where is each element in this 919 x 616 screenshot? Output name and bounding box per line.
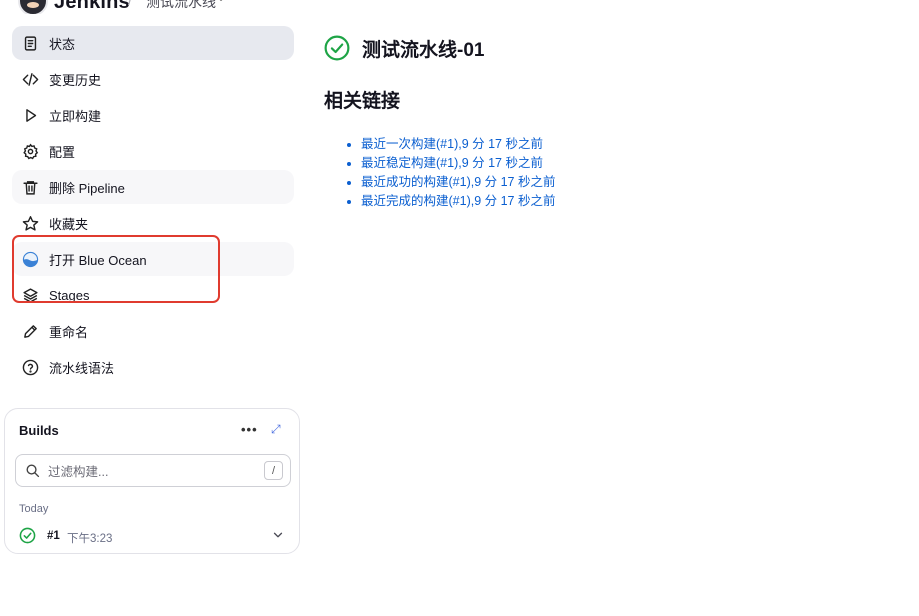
task-label: 删除 Pipeline	[49, 180, 125, 196]
task-open-blue-ocean[interactable]: 打开 Blue Ocean	[12, 242, 294, 276]
last-successful-build-link[interactable]: 最近成功的构建(#1),9 分 17 秒之前	[361, 175, 555, 189]
play-icon	[21, 106, 39, 124]
task-label: 重命名	[49, 324, 89, 340]
stack-icon	[21, 286, 39, 304]
task-stages[interactable]: Stages	[12, 278, 294, 312]
build-time: 下午3:23	[67, 533, 113, 545]
expand-icon[interactable]: ⤢	[271, 422, 281, 437]
side-panel: 状态 变更历史 立即构建 配置 删除 Pipeline 收藏夹 打开 Blue …	[12, 26, 294, 386]
task-label: 流水线语法	[49, 360, 115, 376]
build-row[interactable]: #1 下午3:23	[15, 523, 291, 549]
builds-group-label: Today	[19, 503, 49, 515]
page-header: Jenkins / 测试流水线 ⌄	[0, 0, 919, 14]
success-status-icon	[324, 35, 350, 61]
breadcrumb-separator: /	[128, 0, 133, 9]
task-label: 变更历史	[49, 72, 102, 88]
search-icon	[26, 464, 40, 478]
breadcrumb-caret-icon[interactable]: ⌄	[216, 0, 226, 4]
build-number[interactable]: #1	[47, 530, 60, 542]
builds-title: Builds	[19, 423, 59, 438]
task-favorite[interactable]: 收藏夹	[12, 206, 294, 240]
pencil-icon	[21, 322, 39, 340]
star-icon	[21, 214, 39, 232]
list-item: 最近一次构建(#1),9 分 17 秒之前	[361, 135, 904, 154]
list-item: 最近稳定构建(#1),9 分 17 秒之前	[361, 154, 904, 173]
help-icon	[21, 358, 39, 376]
list-item: 最近完成的构建(#1),9 分 17 秒之前	[361, 192, 904, 211]
more-options-icon[interactable]: •••	[241, 422, 258, 437]
chevron-down-icon[interactable]	[271, 528, 285, 542]
task-label: 状态	[49, 36, 76, 52]
builds-filter-input[interactable]	[46, 461, 250, 483]
document-icon	[21, 34, 39, 52]
code-icon	[21, 70, 39, 88]
trash-icon	[21, 178, 39, 196]
last-completed-build-link[interactable]: 最近完成的构建(#1),9 分 17 秒之前	[361, 194, 555, 208]
task-status[interactable]: 状态	[12, 26, 294, 60]
task-label: 立即构建	[49, 108, 102, 124]
task-delete-pipeline[interactable]: 删除 Pipeline	[12, 170, 294, 204]
gear-icon	[21, 142, 39, 160]
builds-filter[interactable]: /	[15, 454, 291, 487]
task-label: 打开 Blue Ocean	[49, 252, 147, 268]
list-item: 最近成功的构建(#1),9 分 17 秒之前	[361, 173, 904, 192]
breadcrumb-job[interactable]: 测试流水线	[146, 0, 216, 12]
page-title: 测试流水线-01	[362, 39, 485, 61]
task-configure[interactable]: 配置	[12, 134, 294, 168]
task-changes[interactable]: 变更历史	[12, 62, 294, 96]
task-label: 配置	[49, 144, 76, 160]
job-header: 测试流水线-01	[324, 34, 904, 62]
related-links-list: 最近一次构建(#1),9 分 17 秒之前 最近稳定构建(#1),9 分 17 …	[324, 135, 904, 211]
task-build-now[interactable]: 立即构建	[12, 98, 294, 132]
brand-name[interactable]: Jenkins	[54, 0, 130, 14]
task-rename[interactable]: 重命名	[12, 314, 294, 348]
success-icon	[19, 527, 36, 544]
last-build-link[interactable]: 最近一次构建(#1),9 分 17 秒之前	[361, 137, 543, 151]
builds-card: Builds ••• ⤢ / Today #1 下午3:23	[4, 408, 300, 554]
task-label: Stages	[49, 287, 90, 303]
related-links-heading: 相关链接	[324, 91, 401, 112]
task-pipeline-syntax[interactable]: 流水线语法	[12, 350, 294, 384]
task-label: 收藏夹	[49, 216, 89, 232]
filter-shortcut-key: /	[264, 461, 283, 480]
main-panel: 测试流水线-01 相关链接 最近一次构建(#1),9 分 17 秒之前 最近稳定…	[324, 34, 904, 211]
jenkins-logo-icon[interactable]	[18, 0, 48, 14]
last-stable-build-link[interactable]: 最近稳定构建(#1),9 分 17 秒之前	[361, 156, 543, 170]
blue-ocean-icon	[21, 250, 39, 268]
